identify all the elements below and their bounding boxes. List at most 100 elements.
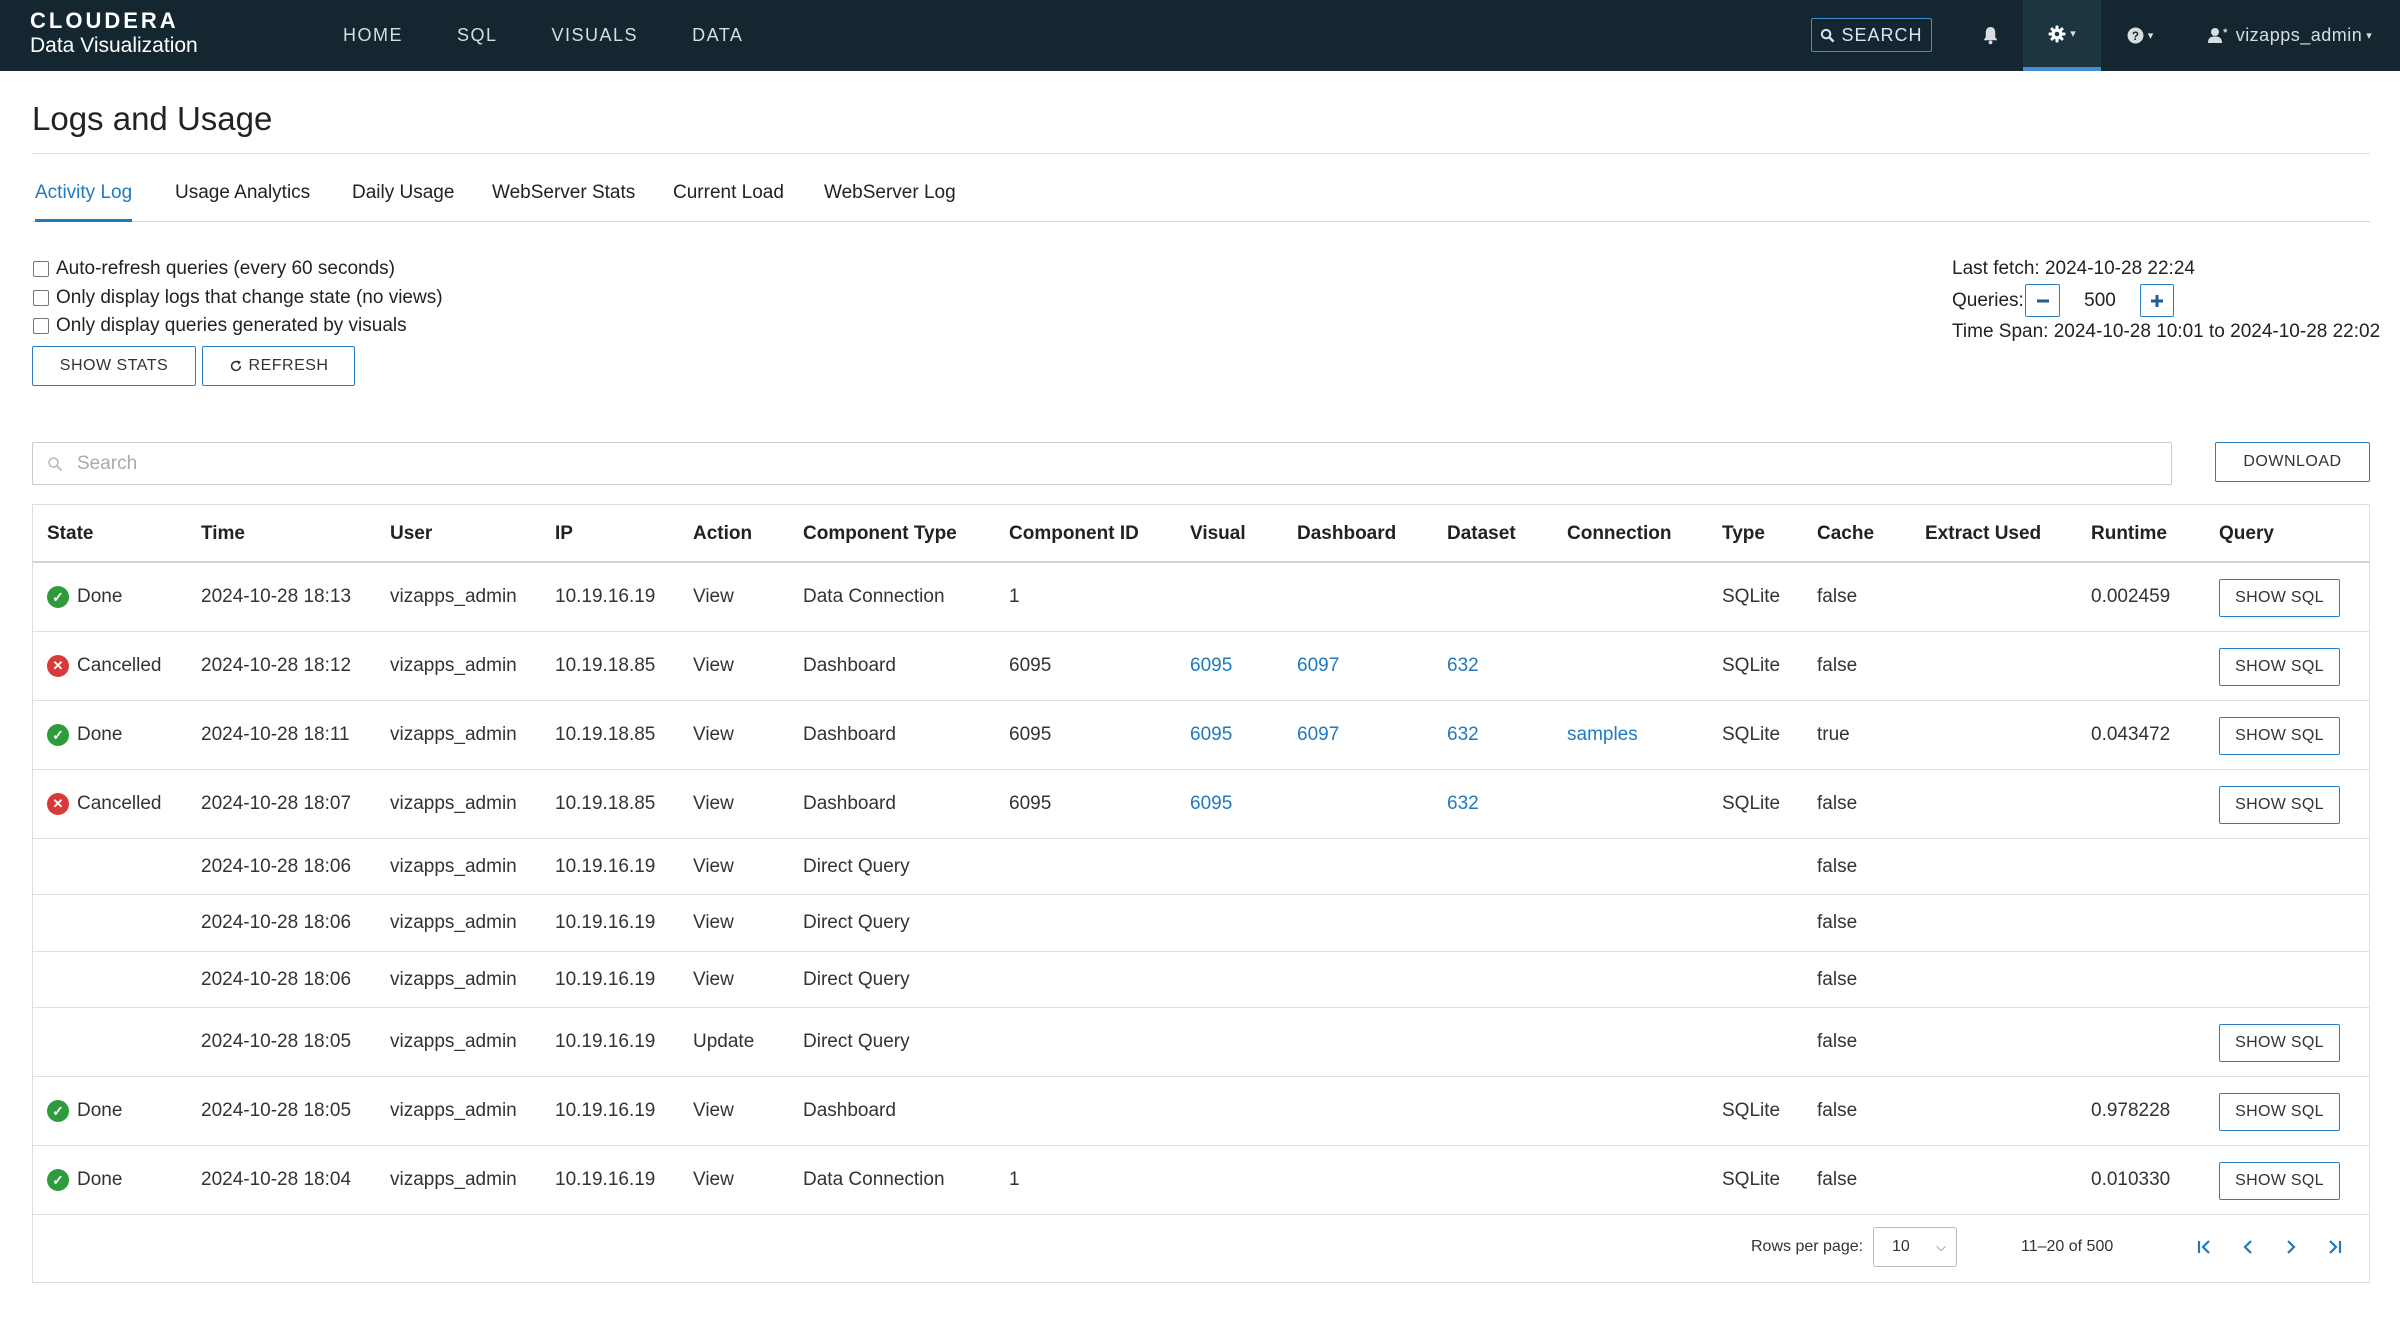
visual-link[interactable]: 6095 xyxy=(1190,632,1232,700)
dashboard-link[interactable]: 6097 xyxy=(1297,701,1339,769)
queries-value[interactable]: 500 xyxy=(2060,284,2140,317)
action-cell: View xyxy=(693,968,734,990)
show-sql-button[interactable]: SHOW SQL xyxy=(2219,647,2340,686)
chevron-right-icon xyxy=(2287,1240,2296,1254)
first-page-button[interactable] xyxy=(2188,1229,2222,1265)
check-circle-icon: ✓ xyxy=(47,1169,69,1191)
change-state-option[interactable]: Only display logs that change state (no … xyxy=(33,287,443,309)
cache-cell: false xyxy=(1817,793,1858,814)
tab-daily-usage[interactable]: Daily Usage xyxy=(352,182,454,222)
queries-decrement-button[interactable] xyxy=(2025,284,2060,317)
time-cell: 2024-10-28 18:13 xyxy=(201,586,352,607)
show-sql-button[interactable]: SHOW SQL xyxy=(2219,578,2340,617)
rows-per-page-select[interactable]: 10 ⌵ xyxy=(1873,1227,1957,1267)
column-header-runtime: Runtime xyxy=(2091,523,2167,544)
by-visuals-option[interactable]: Only display queries generated by visual… xyxy=(33,315,407,337)
tab-current-load[interactable]: Current Load xyxy=(673,182,784,222)
state-label: Done xyxy=(77,1100,123,1121)
state-label: Done xyxy=(77,724,123,745)
last-page-icon xyxy=(2329,1240,2342,1254)
visual-link[interactable]: 6095 xyxy=(1190,770,1232,838)
brand-name: CLOUDERA xyxy=(30,8,179,33)
component-type-cell: Dashboard xyxy=(803,1100,896,1121)
show-sql-button[interactable]: SHOW SQL xyxy=(2219,785,2340,824)
notifications-button[interactable] xyxy=(1972,0,2008,71)
settings-menu[interactable]: ▾ xyxy=(2023,0,2101,71)
help-icon: ? xyxy=(2127,27,2144,44)
time-span: Time Span: 2024-10-28 10:01 to 2024-10-2… xyxy=(1952,321,2381,342)
show-stats-button[interactable]: SHOW STATS xyxy=(32,346,196,386)
chevron-down-icon: ▾ xyxy=(2147,30,2154,42)
visual-link[interactable]: 6095 xyxy=(1190,701,1232,769)
nav-home[interactable]: HOME xyxy=(343,25,403,46)
log-search-input[interactable]: Search xyxy=(32,442,2172,485)
tab-webserver-stats[interactable]: WebServer Stats xyxy=(492,182,635,222)
nav-visuals[interactable]: VISUALS xyxy=(552,25,639,46)
component-id-cell: 6095 xyxy=(1009,793,1052,814)
show-sql-button[interactable]: SHOW SQL xyxy=(2219,1092,2340,1131)
tab-bar: Activity Log Usage Analytics Daily Usage… xyxy=(32,170,2370,222)
action-cell: View xyxy=(693,912,734,933)
previous-page-button[interactable] xyxy=(2231,1229,2265,1265)
component-id-cell: 1 xyxy=(1009,586,1020,607)
ip-cell: 10.19.18.85 xyxy=(555,724,656,745)
show-sql-button[interactable]: SHOW SQL xyxy=(2219,716,2340,755)
dataset-link[interactable]: 632 xyxy=(1447,770,1479,838)
tab-webserver-log[interactable]: WebServer Log xyxy=(824,182,956,222)
table-row: ✓ Done 2024-10-28 18:05 vizapps_admin 10.19.… xyxy=(33,1077,2369,1146)
auto-refresh-option[interactable]: Auto-refresh queries (every 60 seconds) xyxy=(33,258,395,280)
last-page-button[interactable] xyxy=(2317,1229,2351,1265)
column-header-cache: Cache xyxy=(1817,523,1875,544)
component-type-cell: Direct Query xyxy=(803,1031,910,1052)
rows-per-page-value: 10 xyxy=(1892,1238,1910,1255)
user-menu[interactable]: * vizapps_admin ▾ xyxy=(2200,0,2380,71)
by-visuals-checkbox[interactable] xyxy=(33,318,49,334)
column-header-type: Type xyxy=(1722,523,1765,544)
cache-cell: false xyxy=(1817,855,1858,877)
time-cell: 2024-10-28 18:12 xyxy=(201,655,352,676)
change-state-checkbox[interactable] xyxy=(33,290,49,306)
component-id-cell: 1 xyxy=(1009,1169,1020,1190)
type-cell: SQLite xyxy=(1722,586,1781,607)
nav-data[interactable]: DATA xyxy=(692,25,743,46)
cache-cell: false xyxy=(1817,655,1858,676)
bell-icon xyxy=(1983,27,1997,45)
action-cell: View xyxy=(693,1169,734,1190)
component-type-cell: Data Connection xyxy=(803,1169,945,1190)
column-header-visual: Visual xyxy=(1190,523,1246,544)
username: vizapps_admin xyxy=(2235,25,2363,45)
cache-cell: true xyxy=(1817,724,1850,745)
show-sql-button[interactable]: SHOW SQL xyxy=(2219,1023,2340,1062)
table-row: ✓ Done 2024-10-28 18:04 vizapps_admin 10.19.… xyxy=(33,1146,2369,1215)
nav-sql[interactable]: SQL xyxy=(457,25,498,46)
refresh-button[interactable]: REFRESH xyxy=(202,346,355,386)
user-cell: vizapps_admin xyxy=(390,855,517,877)
global-search-button[interactable]: SEARCH xyxy=(1811,18,1932,52)
cache-cell: false xyxy=(1817,1031,1858,1052)
dataset-link[interactable]: 632 xyxy=(1447,632,1479,700)
cache-cell: false xyxy=(1817,912,1858,933)
cache-cell: false xyxy=(1817,586,1858,607)
connection-link[interactable]: samples xyxy=(1567,701,1638,769)
component-type-cell: Direct Query xyxy=(803,968,910,990)
queries-increment-button[interactable] xyxy=(2140,284,2174,317)
tab-usage-analytics[interactable]: Usage Analytics xyxy=(175,182,310,222)
help-menu[interactable]: ? ▾ xyxy=(2115,0,2165,71)
cache-cell: false xyxy=(1817,968,1858,990)
rows-per-page-label: Rows per page: xyxy=(1751,1238,1864,1255)
chevron-down-icon: ⌵ xyxy=(1936,1239,1946,1254)
dashboard-link[interactable]: 6097 xyxy=(1297,632,1339,700)
minus-icon xyxy=(2036,299,2049,302)
state-label: Cancelled xyxy=(77,655,162,676)
state-cell: ✕ Cancelled xyxy=(47,770,162,838)
show-sql-button[interactable]: SHOW SQL xyxy=(2219,1161,2340,1200)
runtime-cell: 0.978228 xyxy=(2091,1100,2171,1121)
auto-refresh-checkbox[interactable] xyxy=(33,261,49,277)
download-button[interactable]: DOWNLOAD xyxy=(2215,442,2370,482)
tab-activity-log[interactable]: Activity Log xyxy=(35,182,133,222)
check-circle-icon: ✓ xyxy=(47,586,69,608)
brand-logo[interactable]: CLOUDERA Data Visualization xyxy=(30,10,198,58)
page-range: 11–20 of 500 xyxy=(2021,1238,2114,1255)
dataset-link[interactable]: 632 xyxy=(1447,701,1479,769)
next-page-button[interactable] xyxy=(2274,1229,2308,1265)
